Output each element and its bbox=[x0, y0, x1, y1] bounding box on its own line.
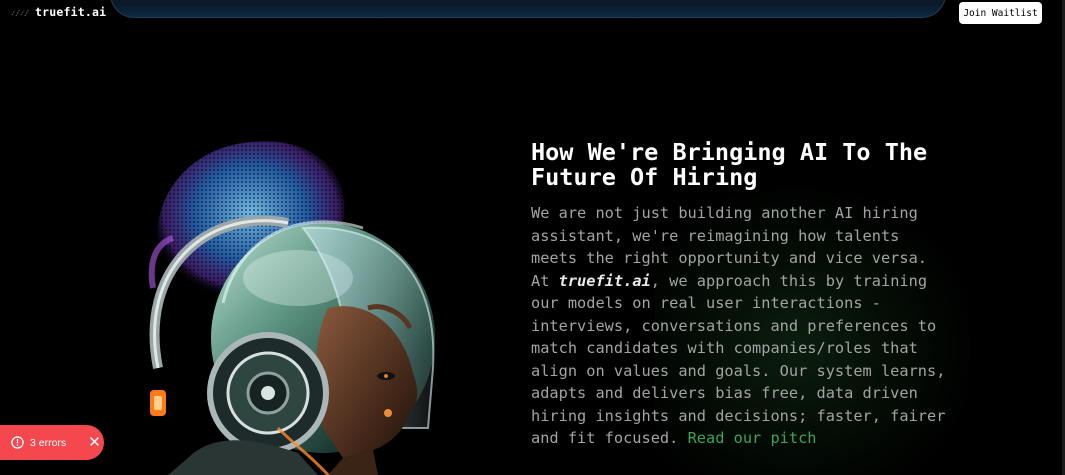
alert-circle-icon bbox=[11, 436, 24, 449]
section-body: We are not just building another AI hiri… bbox=[531, 202, 951, 450]
error-toast[interactable]: 3 errors ✕ bbox=[0, 425, 104, 460]
logo[interactable]: truefit.ai bbox=[11, 5, 106, 19]
logo-mark-icon bbox=[11, 8, 30, 17]
section-heading: How We're Bringing AI To The Future Of H… bbox=[531, 140, 951, 190]
page: truefit.ai Join Waitlist How We're Bring… bbox=[0, 0, 1065, 475]
brand-inline: truefit.ai bbox=[558, 271, 651, 290]
top-banner bbox=[110, 0, 946, 18]
ai-woman-headphones-illustration bbox=[148, 141, 435, 475]
body-text-end: , we approach this by training our model… bbox=[531, 271, 946, 448]
heading-line-2: Future Of Hiring bbox=[531, 163, 758, 191]
close-icon[interactable]: ✕ bbox=[88, 435, 101, 450]
join-waitlist-button[interactable]: Join Waitlist bbox=[959, 2, 1042, 24]
heading-line-1: How We're Bringing AI To The bbox=[531, 138, 928, 166]
brand-name: truefit.ai bbox=[35, 5, 107, 19]
read-pitch-link[interactable]: Read our pitch bbox=[688, 429, 817, 447]
error-count: 3 errors bbox=[30, 436, 67, 449]
